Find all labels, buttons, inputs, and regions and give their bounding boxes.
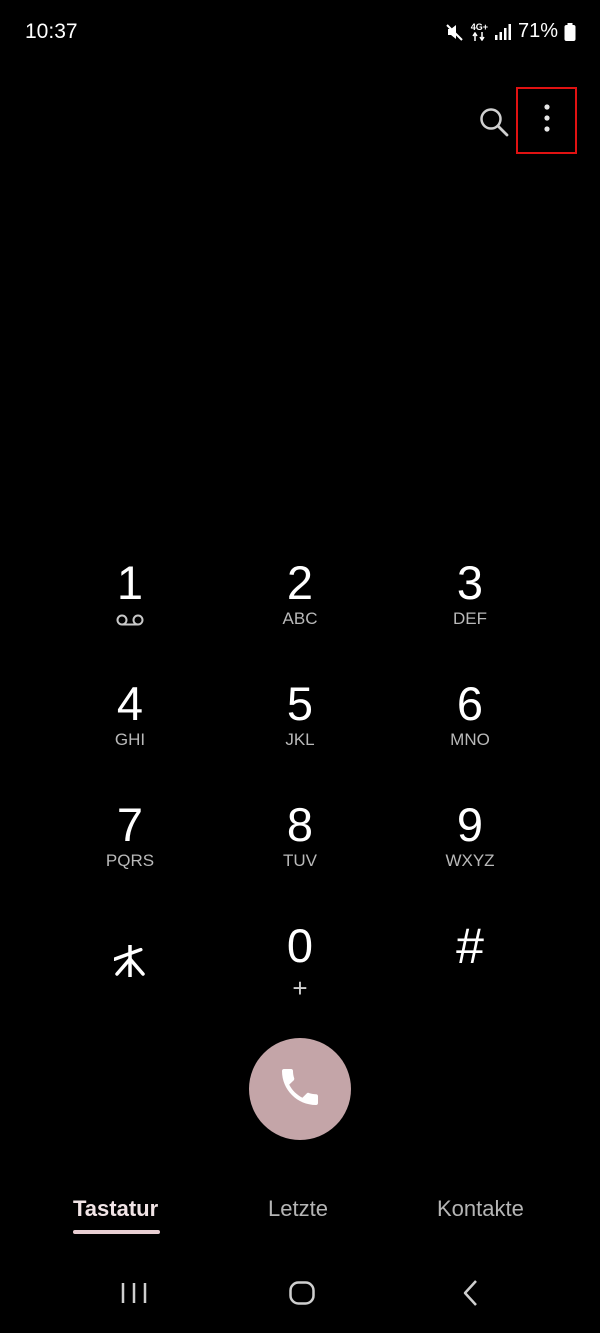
back-button[interactable] [451,1275,491,1315]
battery-percent: 71% [517,20,558,42]
key-1[interactable]: 1 [45,555,215,676]
back-icon [461,1279,481,1312]
key-digit: 0 [286,919,314,972]
key-digit [112,918,146,988]
signal-icon [494,23,512,41]
home-icon [288,1279,316,1312]
key-letters: MNO [450,730,490,749]
battery-icon [564,22,576,41]
network-label: 4G+ [470,21,488,32]
key-star[interactable] [45,918,215,1039]
key-letters: TUV [283,851,317,870]
home-button[interactable] [282,1275,322,1315]
key-7[interactable]: 7 PQRS [45,797,215,918]
recent-apps-icon [120,1281,148,1310]
key-0[interactable]: 0 + [215,918,385,1039]
key-6[interactable]: 6 MNO [385,676,555,797]
key-digit: 7 [116,798,144,851]
key-digit: 1 [116,556,144,609]
tab-tastatur[interactable]: Tastatur [73,1196,158,1222]
key-digit: 6 [456,677,484,730]
key-letters: JKL [285,730,315,749]
key-digit: # [456,918,484,974]
search-button[interactable] [476,106,512,142]
key-digit: 9 [456,798,484,851]
tab-letzte[interactable]: Letzte [268,1196,328,1222]
key-8[interactable]: 8 TUV [215,797,385,918]
status-icons: 4G+ 71% [445,20,576,43]
key-9[interactable]: 9 WXYZ [385,797,555,918]
more-options-icon [543,104,551,137]
key-3[interactable]: 3 DEF [385,555,555,676]
key-plus: + [292,973,308,1003]
search-icon [478,106,510,143]
phone-icon [276,1063,324,1116]
key-digit: 3 [456,556,484,609]
tab-kontakte[interactable]: Kontakte [437,1196,524,1222]
key-letters: DEF [453,609,487,628]
key-digit: 5 [286,677,314,730]
key-4[interactable]: 4 GHI [45,676,215,797]
call-button[interactable] [249,1038,351,1140]
key-letters: GHI [114,730,146,749]
key-2[interactable]: 2 ABC [215,555,385,676]
key-digit: 4 [116,677,144,730]
dial-keypad: 1 2 ABC 3 DEF 4 GHI 5 JKL 6 MNO 7 PQRS 8… [45,555,555,1039]
key-letters: PQRS [105,851,155,870]
mute-icon [445,22,465,42]
key-digit: 8 [286,798,314,851]
status-time: 10:37 [25,20,78,43]
key-digit: 2 [286,556,314,609]
key-letters: WXYZ [445,851,495,870]
asterisk-icon [112,918,146,988]
voicemail-icon [116,613,144,631]
key-hash[interactable]: # [385,918,555,1039]
key-5[interactable]: 5 JKL [215,676,385,797]
active-tab-indicator [73,1230,160,1234]
more-options-button[interactable] [516,87,577,154]
key-letters: ABC [282,609,318,628]
network-4g-icon: 4G+ [470,21,488,41]
recent-apps-button[interactable] [114,1275,154,1315]
